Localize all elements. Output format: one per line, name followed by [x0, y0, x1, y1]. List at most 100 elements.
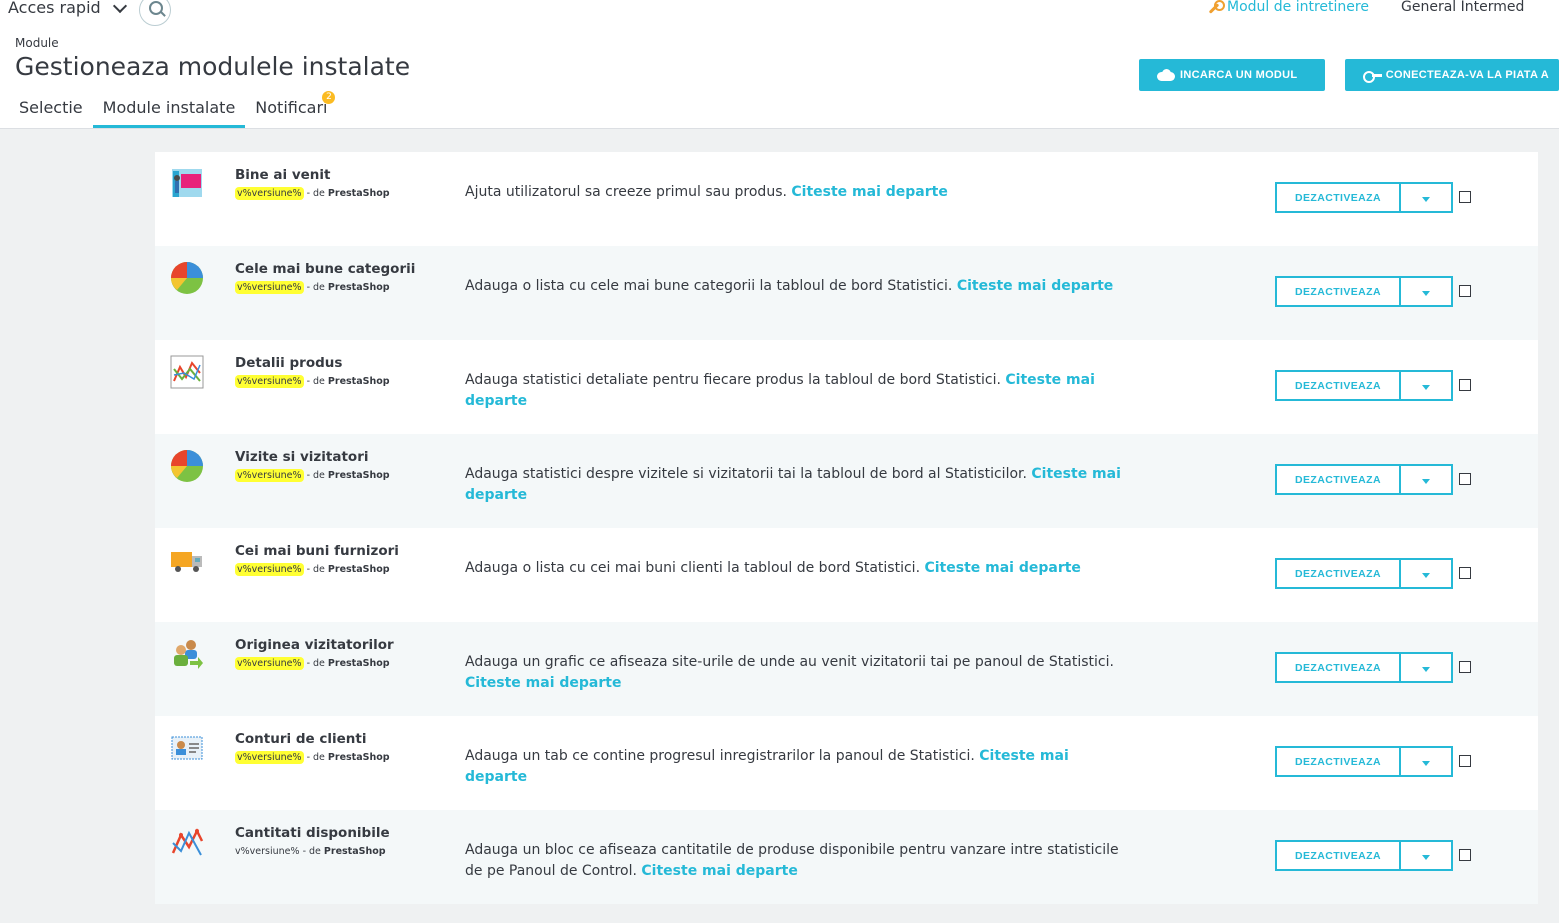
module-author: PrestaShop [327, 470, 390, 481]
module-version: v%versiune% - de PrestaShop [235, 846, 386, 857]
tab-notificari[interactable]: Notificari 2 [245, 89, 337, 128]
module-tabs: Selectie Module instalate Notificari 2 [9, 89, 337, 128]
module-actions: DEZACTIVEAZA [1275, 464, 1453, 495]
module-description-text: Adauga un tab ce contine progresul inreg… [465, 748, 975, 764]
search-icon[interactable] [139, 0, 171, 26]
chevron-down-icon [112, 0, 127, 13]
module-author-prefix: - de [306, 282, 325, 293]
module-actions: DEZACTIVEAZA [1275, 652, 1453, 683]
installed-modules-list: Bine ai venit v%versiune% - de PrestaSho… [155, 152, 1538, 923]
module-select-checkbox[interactable] [1459, 755, 1471, 767]
module-author: PrestaShop [327, 188, 390, 199]
module-description-text: Adauga o lista cu cei mai buni clienti l… [465, 560, 921, 576]
module-actions: DEZACTIVEAZA [1275, 370, 1453, 401]
truck-icon [170, 543, 204, 577]
breadcrumb[interactable]: Module [15, 36, 59, 50]
shop-name[interactable]: General Intermed [1401, 0, 1524, 15]
module-row: Cei mai buni furnizori v%versiune% - de … [155, 528, 1538, 622]
page-header: Acces rapid Modul de intretinere General… [0, 0, 1559, 129]
read-more-link[interactable]: Citeste mai departe [924, 560, 1080, 576]
module-name: Cantitati disponibile [235, 825, 390, 841]
module-description: Adauga un grafic ce afiseaza site-urile … [465, 652, 1135, 694]
actions-dropdown-toggle[interactable] [1401, 182, 1453, 213]
actions-dropdown-toggle[interactable] [1401, 464, 1453, 495]
connect-marketplace-button[interactable]: CONECTEAZA-VA LA PIATA A [1345, 59, 1559, 91]
module-actions: DEZACTIVEAZA [1275, 746, 1453, 777]
pie-chart-icon [170, 449, 204, 483]
users-arrow-icon [170, 637, 204, 671]
maintenance-link[interactable]: Modul de intretinere [1207, 0, 1369, 15]
module-actions: DEZACTIVEAZA [1275, 558, 1453, 589]
disable-button[interactable]: DEZACTIVEAZA [1275, 370, 1401, 401]
module-author: PrestaShop [327, 658, 390, 669]
module-author-prefix: - de [306, 564, 325, 575]
module-author-prefix: - de [306, 470, 325, 481]
quick-access-menu[interactable]: Acces rapid [8, 0, 127, 17]
module-version: v%versiune% - de PrestaShop [235, 751, 390, 764]
welcome-board-icon [170, 167, 204, 201]
tab-module-instalate[interactable]: Module instalate [92, 89, 246, 128]
module-version-number: v%versiune% [235, 375, 304, 388]
disable-button[interactable]: DEZACTIVEAZA [1275, 182, 1401, 213]
read-more-link[interactable]: Citeste mai departe [791, 184, 947, 200]
module-description: Adauga un bloc ce afiseaza cantitatile d… [465, 840, 1135, 882]
tab-selectie[interactable]: Selectie [9, 89, 93, 128]
module-row: Cele mai bune categorii v%versiune% - de… [155, 246, 1538, 340]
module-author: PrestaShop [327, 564, 390, 575]
actions-dropdown-toggle[interactable] [1401, 840, 1453, 871]
module-author-prefix: - de [302, 846, 321, 857]
module-name: Bine ai venit [235, 167, 331, 183]
read-more-link[interactable]: Citeste mai departe [641, 863, 797, 879]
module-row: Bine ai venit v%versiune% - de PrestaSho… [155, 152, 1538, 246]
actions-dropdown-toggle[interactable] [1401, 652, 1453, 683]
module-version: v%versiune% - de PrestaShop [235, 657, 390, 670]
disable-button[interactable]: DEZACTIVEAZA [1275, 464, 1401, 495]
module-name: Cele mai bune categorii [235, 261, 416, 277]
read-more-link[interactable]: Citeste mai departe [465, 675, 621, 691]
module-name: Cei mai buni furnizori [235, 543, 399, 559]
disable-button[interactable]: DEZACTIVEAZA [1275, 746, 1401, 777]
key-icon [1363, 70, 1382, 83]
disable-button[interactable]: DEZACTIVEAZA [1275, 276, 1401, 307]
module-description: Adauga un tab ce contine progresul inreg… [465, 746, 1135, 788]
module-row: Originea vizitatorilor v%versiune% - de … [155, 622, 1538, 716]
maintenance-link-label: Modul de intretinere [1227, 0, 1369, 15]
line-chart-icon [170, 355, 204, 389]
disable-button[interactable]: DEZACTIVEAZA [1275, 558, 1401, 589]
disable-button[interactable]: DEZACTIVEAZA [1275, 652, 1401, 683]
module-description-text: Adauga un grafic ce afiseaza site-urile … [465, 654, 1114, 670]
module-select-checkbox[interactable] [1459, 567, 1471, 579]
module-name: Originea vizitatorilor [235, 637, 394, 653]
module-select-checkbox[interactable] [1459, 473, 1471, 485]
module-version: v%versiune% - de PrestaShop [235, 563, 390, 576]
module-select-checkbox[interactable] [1459, 379, 1471, 391]
module-version-number: v%versiune% [235, 469, 304, 482]
wrench-icon [1207, 0, 1225, 14]
module-select-checkbox[interactable] [1459, 849, 1471, 861]
module-name: Detalii produs [235, 355, 343, 371]
module-select-checkbox[interactable] [1459, 191, 1471, 203]
module-row: Cantitati disponibile v%versiune% - de P… [155, 810, 1538, 904]
actions-dropdown-toggle[interactable] [1401, 276, 1453, 307]
read-more-link[interactable]: Citeste mai departe [957, 278, 1113, 294]
module-description: Adauga statistici despre vizitele si viz… [465, 464, 1135, 506]
module-select-checkbox[interactable] [1459, 661, 1471, 673]
module-actions: DEZACTIVEAZA [1275, 840, 1453, 871]
module-name: Vizite si vizitatori [235, 449, 369, 465]
actions-dropdown-toggle[interactable] [1401, 370, 1453, 401]
module-description-text: Adauga statistici despre vizitele si viz… [465, 466, 1027, 482]
quick-access-label: Acces rapid [8, 0, 101, 17]
module-select-checkbox[interactable] [1459, 285, 1471, 297]
actions-dropdown-toggle[interactable] [1401, 558, 1453, 589]
module-actions: DEZACTIVEAZA [1275, 182, 1453, 213]
module-description: Ajuta utilizatorul sa creeze primul sau … [465, 182, 1135, 203]
module-version-number: v%versiune% [235, 657, 304, 670]
disable-button[interactable]: DEZACTIVEAZA [1275, 840, 1401, 871]
module-row: Conturi de clienti v%versiune% - de Pres… [155, 716, 1538, 810]
upload-module-button[interactable]: INCARCA UN MODUL [1139, 59, 1325, 91]
module-version: v%versiune% - de PrestaShop [235, 281, 390, 294]
module-version: v%versiune% - de PrestaShop [235, 375, 390, 388]
actions-dropdown-toggle[interactable] [1401, 746, 1453, 777]
module-author-prefix: - de [306, 188, 325, 199]
module-author-prefix: - de [306, 658, 325, 669]
